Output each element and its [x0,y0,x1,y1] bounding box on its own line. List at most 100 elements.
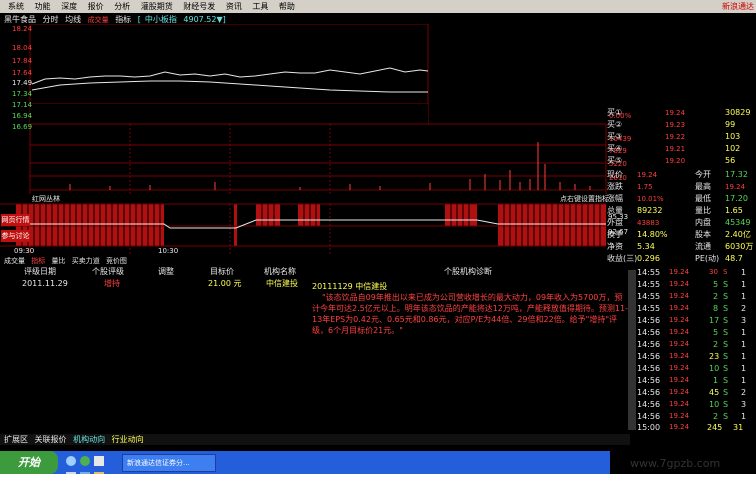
bid-row-2: 买② 19.23 99 [607,120,736,129]
bid-row-5: 买⑤ 19.20 56 [607,156,736,165]
menu-depth[interactable]: 深度 [61,0,77,13]
tick-row: 14:56 19.24 10 S 3 [637,400,747,409]
row-target: 21.00 元 [208,279,242,288]
menu-function[interactable]: 功能 [35,0,51,13]
tick-row: 14:56 19.24 5 S 1 [637,328,747,337]
price-tick-7: 16.94 [12,112,33,120]
tick-row: 14:55 19.24 8 S 2 [637,304,747,313]
tick-row: 14:55 19.24 2 S 1 [637,292,747,301]
price-tick-5: 17.34 [12,90,33,98]
stat-row-2: 涨跌 1.75 最高 19.24 [607,182,746,191]
bid-row-3: 买③ 19.22 103 [607,132,741,141]
chart-subtabs: 成交量 指标 量比 买卖力道 竞价图 [0,257,430,266]
trading-app-window: 系统 功能 深度 报价 分析 灌股期货 财经号发 资讯 工具 帮助 新浪通达 黑… [0,0,756,487]
price-tick-4: 17.49 [12,79,33,87]
subtab-indicator[interactable]: 指标 [31,257,45,265]
menu-tools[interactable]: 工具 [252,0,268,13]
subtab-volume[interactable]: 成交量 [4,257,25,265]
stat-row-4: 总量 89232 量比 1.65 [607,206,743,215]
tick-row: 14:55 19.24 30 S 1 [637,268,747,277]
price-tick-2: 17.84 [12,57,33,65]
indicator-settings-hint[interactable]: 点右键设置指标 [560,194,609,204]
board-label: [中小板指 4907.52▼] [137,15,226,24]
stat-row-5: 外盘 43883 内盘 45349 [607,218,751,227]
page-bottom-strip [0,474,756,487]
tab-indicator[interactable]: 指标 [115,15,131,24]
tab-related-quote[interactable]: 关联报价 [35,435,67,444]
taskbar-app-item[interactable]: 新浪通达信证券分... [122,454,216,472]
windows-taskbar [0,451,610,474]
quicklaunch-window-icon[interactable] [94,456,104,466]
indicator-fill-blocks [16,204,606,246]
indicator-name: 红网丛林 [32,195,60,203]
quicklaunch-app-icon[interactable] [80,456,90,466]
rating-table-header: 评级日期 个股评级 调整 目标价 机构名称 个股机构诊断 [0,267,630,277]
bid-row-4: 买④ 19.21 102 [607,144,741,153]
col-diagnosis: 个股机构诊断 [444,267,492,276]
quicklaunch-ie-icon[interactable] [66,456,76,466]
tab-industry-trend[interactable]: 行业动向 [112,435,144,444]
col-rating: 个股评级 [92,267,124,276]
menu-news[interactable]: 资讯 [226,0,242,13]
stat-row-1: 现价 19.24 今开 17.32 [607,170,748,179]
subtab-force[interactable]: 买卖力道 [72,257,100,265]
tab-extension[interactable]: 扩展区 [4,435,28,444]
price-tick-3: 17.64 [12,69,33,77]
time-tick-1030: 10:30 [158,247,179,255]
subtab-ratio[interactable]: 量比 [51,257,65,265]
window-title: 新浪通达 [722,2,754,11]
menu-quote[interactable]: 报价 [88,0,104,13]
price-tick-1: 18.04 [12,44,33,52]
stock-name: 黑牛食品 [4,15,36,24]
menu-finance[interactable]: 财经号发 [183,0,215,13]
price-panel [29,24,429,105]
bid-row-1: 买① 19.24 30829 [607,108,751,117]
row-rating: 增持 [104,279,120,288]
tab-institution-trend[interactable]: 机构动向 [73,435,105,444]
tick-row: 14:56 19.24 2 S 1 [637,412,747,421]
tick-list[interactable]: 14:55 19.24 30 S 1 14:55 19.24 5 S 1 14:55 19.24 2… [637,267,756,432]
diagnosis-title: 20111129 中信建投 [312,282,388,291]
row-date: 2011.11.29 [22,279,68,288]
subtab-auction[interactable]: 竞价图 [106,257,127,265]
start-button[interactable]: 开始 [0,451,58,474]
stat-row-8: 收益(三) 0.296 PE(动) 48.7 [607,254,743,263]
stat-row-7: 净资 5.34 流通 6030万 [607,242,754,251]
site-watermark: www.7gpzb.com [630,457,721,470]
col-org: 机构名称 [264,267,296,276]
tab-timeshare[interactable]: 分时 [43,15,59,24]
chart-area[interactable] [0,24,632,260]
diagnosis-panel: 20111129 中信建投 "该态饮品自09年推出以来已成为公司营收增长的最大动… [312,281,628,371]
price-tick-6: 17.14 [12,101,33,109]
row-org: 中信建投 [266,279,298,288]
tick-row: 14:56 19.24 23 S 1 [637,352,747,361]
menu-bar: 系统 功能 深度 报价 分析 灌股期货 财经号发 资讯 工具 帮助 新浪通达 [0,0,756,13]
tick-row: 14:56 19.24 2 S 1 [637,340,747,349]
indicator-header [0,194,606,204]
tab-volume[interactable]: 成交量 [88,16,109,24]
stat-row-6: 换手 14.80% 股本 2.40亿 [607,230,751,239]
tick-row: 14:55 19.24 5 S 1 [637,280,747,289]
price-tick-8: 16.69 [12,123,33,131]
rating-table-row[interactable]: 2011.11.29 增持 21.00 元 中信建投 [0,279,310,289]
tick-row: 14:56 19.24 17 S 3 [637,316,747,325]
price-tick-0: 18.24 [12,25,33,33]
tab-ma[interactable]: 均线 [65,15,81,24]
menu-analysis[interactable]: 分析 [114,0,130,13]
menu-futures[interactable]: 灌股期货 [141,0,173,13]
price-panel-lower [30,104,428,124]
col-target: 目标价 [210,267,234,276]
stat-row-3: 涨幅 10.01% 最低 17.20 [607,194,748,203]
discussion-button[interactable]: 参与讨论 [1,230,30,242]
tick-row: 14:56 19.24 45 S 2 [637,388,747,397]
time-tick-start: 09:30 [14,247,35,255]
tick-row: 14:56 19.24 1 S 1 [637,376,747,385]
diagnosis-scrollbar[interactable] [628,270,636,430]
menu-help[interactable]: 帮助 [279,0,295,13]
web-quote-button[interactable]: 网页行情 [1,214,30,226]
bottom-tab-strip: 扩展区 关联报价 机构动向 行业动向 [0,434,630,445]
col-date: 评级日期 [24,267,56,276]
col-adjust: 调整 [158,267,174,276]
menu-system[interactable]: 系统 [8,0,24,13]
tick-row: 14:56 19.24 10 S 1 [637,364,747,373]
